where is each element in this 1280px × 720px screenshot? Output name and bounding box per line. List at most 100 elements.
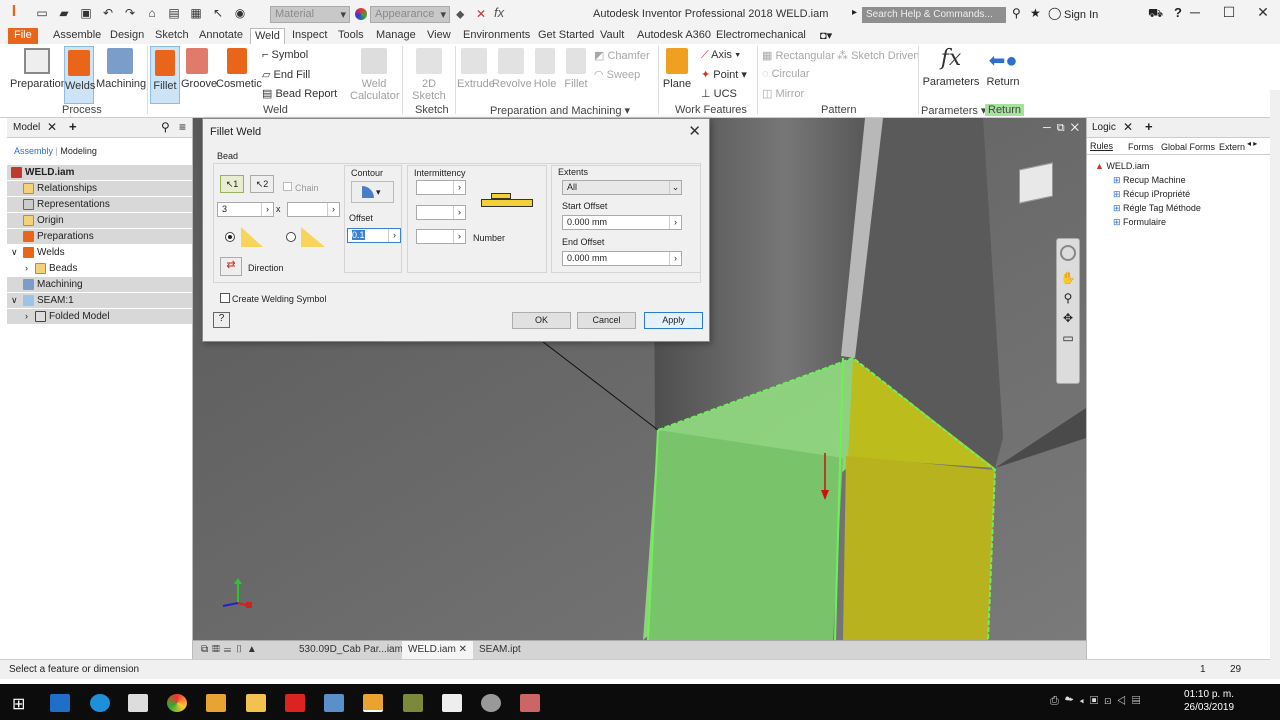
- machining-button[interactable]: Machining: [96, 48, 146, 104]
- apply-button[interactable]: Apply: [644, 312, 703, 329]
- sign-in-link[interactable]: Sign In: [1064, 9, 1098, 21]
- app-icon[interactable]: [324, 694, 344, 712]
- acrobat-icon[interactable]: [285, 694, 305, 712]
- tab-manage[interactable]: Manage: [376, 28, 416, 44]
- group-preparation[interactable]: Preparation and Machining ▾: [490, 104, 630, 117]
- ucs-button[interactable]: ⊥ UCS: [701, 87, 737, 100]
- tree-item-folded-model[interactable]: › Folded Model: [7, 309, 192, 324]
- rule-item[interactable]: ⊞ Régle Tag Méthode: [1113, 203, 1201, 214]
- tab-electromechanical[interactable]: Electromechanical: [716, 28, 806, 44]
- tab-get-started[interactable]: Get Started: [538, 28, 594, 44]
- editor-icon[interactable]: [128, 694, 148, 712]
- steering-wheel-icon[interactable]: [1060, 245, 1076, 261]
- clock[interactable]: 01:10 p. m. 26/03/2019: [1184, 688, 1234, 714]
- orbit-icon[interactable]: ✥: [1057, 311, 1079, 325]
- binoculars-icon[interactable]: ⚲: [1012, 6, 1021, 20]
- weld-calculator-button[interactable]: Weld Calculator: [350, 48, 400, 104]
- menu-icon[interactable]: ≡: [179, 120, 186, 134]
- intermittency-number-input[interactable]: ›: [416, 229, 466, 244]
- print-icon[interactable]: ▤: [166, 6, 182, 20]
- sweep-button[interactable]: ◠ Sweep: [594, 68, 640, 81]
- ribbon-options-icon[interactable]: ◘▾: [820, 29, 832, 42]
- tree-item-seam[interactable]: ∨ SEAM:1: [7, 293, 192, 308]
- chevron-right-icon[interactable]: ›: [261, 203, 273, 216]
- help-search-input[interactable]: Search Help & Commands...: [862, 7, 1006, 23]
- viewcube[interactable]: [1013, 158, 1059, 210]
- logic-root[interactable]: ▲ WELD.iam: [1095, 161, 1149, 171]
- tab-logic[interactable]: Logic: [1092, 122, 1116, 133]
- subtab-global-forms[interactable]: Global Forms: [1161, 142, 1215, 152]
- subtab-modeling[interactable]: Modeling: [60, 146, 97, 156]
- add-tab-icon[interactable]: +: [69, 119, 77, 134]
- tab-assemble[interactable]: Assemble: [53, 28, 101, 44]
- ipropertities-icon[interactable]: ▦: [188, 6, 204, 20]
- tab-sketch[interactable]: Sketch: [155, 28, 189, 44]
- preparation-button[interactable]: Preparation: [10, 48, 67, 104]
- tab-file[interactable]: File: [8, 28, 38, 44]
- tab-view[interactable]: View: [427, 28, 451, 44]
- tab-annotate[interactable]: Annotate: [199, 28, 243, 44]
- leg-size-input[interactable]: 3 ›: [217, 202, 274, 217]
- doc-tab-weld[interactable]: WELD.iam ✕: [402, 641, 473, 659]
- open-icon[interactable]: ▰: [56, 6, 72, 20]
- revolve-button[interactable]: Revolve: [492, 48, 532, 104]
- doc-tab-cab[interactable]: 530.09D_Cab Par...iam: [293, 641, 409, 659]
- rule-item[interactable]: ⊞ Récup iPropriété: [1113, 189, 1190, 200]
- hole-button[interactable]: Hole: [532, 48, 558, 104]
- zoom-icon[interactable]: ⚲: [1057, 291, 1079, 305]
- chevron-right-icon[interactable]: ›: [327, 203, 339, 216]
- 2d-sketch-button[interactable]: 2D Sketch: [405, 48, 453, 104]
- chevron-right-icon[interactable]: ›: [453, 230, 465, 243]
- close-icon[interactable]: ✕: [1246, 4, 1280, 21]
- minimize-icon[interactable]: ─: [1043, 122, 1057, 134]
- adjust-icon[interactable]: ✕: [476, 7, 486, 21]
- circular-pattern-button[interactable]: ◌ Circular: [762, 68, 810, 80]
- end-offset-input[interactable]: 0.000 mm ›: [562, 251, 682, 266]
- tree-item-origin[interactable]: Origin: [7, 213, 192, 228]
- tree-item-relationships[interactable]: Relationships: [7, 181, 192, 196]
- tree-root[interactable]: WELD.iam: [7, 165, 192, 180]
- file-explorer-icon[interactable]: [246, 694, 266, 712]
- material-combo[interactable]: Material: [270, 6, 350, 23]
- tab-a360[interactable]: Autodesk A360: [637, 28, 711, 44]
- chevron-down-icon[interactable]: ⌄: [669, 181, 681, 194]
- welds-button[interactable]: Welds: [64, 46, 95, 104]
- orientation-radio-2[interactable]: [286, 232, 296, 242]
- restore-icon[interactable]: ⧉: [1057, 122, 1071, 134]
- windows-start-icon[interactable]: ⊞: [12, 694, 25, 714]
- new-icon[interactable]: ▭: [34, 6, 50, 20]
- close-icon[interactable]: ✕: [1071, 122, 1085, 134]
- tab-environments[interactable]: Environments: [463, 28, 530, 44]
- chamfer-button[interactable]: ◩ Chamfer: [594, 49, 650, 62]
- app-icon[interactable]: [520, 694, 540, 712]
- clear-appearance-icon[interactable]: ⬥: [456, 7, 464, 22]
- rule-item[interactable]: ⊞ Recup Machine: [1113, 175, 1186, 186]
- inventor-active-icon[interactable]: [363, 694, 383, 712]
- photos-icon[interactable]: [442, 694, 462, 712]
- tab-weld[interactable]: Weld: [250, 28, 285, 44]
- close-icon[interactable]: ✕: [1123, 120, 1133, 134]
- offset-input[interactable]: 0.1 ›: [347, 228, 401, 243]
- tree-item-machining[interactable]: Machining: [7, 277, 192, 292]
- prep-fillet-button[interactable]: Fillet: [562, 48, 590, 104]
- selection-1-button[interactable]: ↖1: [220, 175, 244, 193]
- return-button[interactable]: ⬅● Return: [984, 48, 1022, 104]
- dialog-close-icon[interactable]: ✕: [688, 122, 701, 140]
- inventor-logo-icon[interactable]: I: [6, 3, 22, 25]
- tab-tools[interactable]: Tools: [338, 28, 364, 44]
- scroll-tabs-icon[interactable]: ◂ ▸: [1247, 139, 1257, 148]
- chain-checkbox[interactable]: [283, 182, 292, 191]
- fx-icon[interactable]: fx: [494, 5, 504, 20]
- point-button[interactable]: ✦ Point ▾: [701, 68, 747, 81]
- chrome-icon[interactable]: [167, 694, 187, 712]
- subtab-forms[interactable]: Forms: [1128, 142, 1154, 152]
- chevron-right-icon[interactable]: ›: [453, 181, 465, 194]
- chevron-right-icon[interactable]: ›: [669, 252, 681, 265]
- leg-size-2-input[interactable]: ›: [287, 202, 340, 217]
- intermittency-length-input[interactable]: ›: [416, 180, 466, 195]
- tree-item-preparations[interactable]: Preparations: [7, 229, 192, 244]
- groove-weld-button[interactable]: Groove: [181, 48, 217, 104]
- ok-button[interactable]: OK: [512, 312, 571, 329]
- user-icon[interactable]: ◯: [1048, 6, 1061, 20]
- update-icon[interactable]: ◉: [232, 6, 248, 20]
